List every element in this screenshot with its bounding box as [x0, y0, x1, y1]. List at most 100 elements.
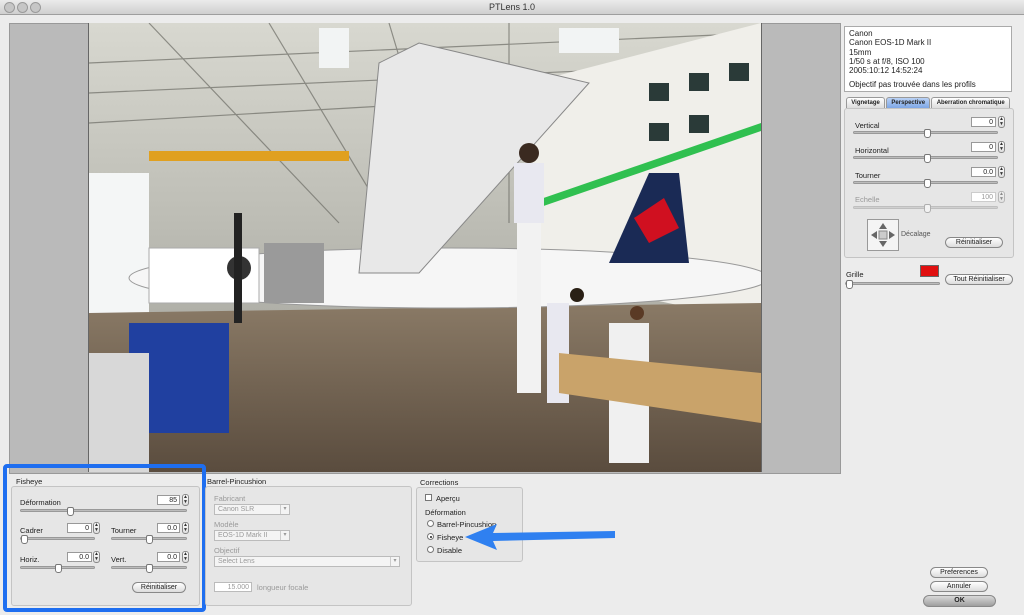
fabricant-label: Fabricant [214, 494, 246, 503]
grille-label: Grille [846, 270, 864, 279]
hangar-photo-image [89, 23, 761, 472]
horizontal-label: Horizontal [855, 146, 889, 155]
chevron-down-icon: ▾ [280, 505, 289, 514]
exif-date: 2005:10:12 14:52:24 [849, 66, 923, 76]
vert-label: Vert. [111, 555, 127, 564]
window-title: PTLens 1.0 [488, 2, 536, 12]
echelle-stepper: ▲ ▼ [998, 191, 1005, 203]
ok-button[interactable]: OK [923, 595, 996, 607]
grid-color-swatch[interactable] [920, 265, 939, 277]
echelle-slider-knob [924, 204, 931, 213]
annotation-arrow-icon [465, 524, 615, 550]
cadrer-slider[interactable] [20, 535, 95, 544]
cadrer-value[interactable]: 0 [67, 523, 92, 533]
grille-slider-knob[interactable] [846, 280, 853, 289]
profile-message: Objectif pas trouvée dans les profils [849, 80, 976, 90]
exif-info-box: Canon Canon EOS-1D Mark II 15mm 1/50 s a… [844, 26, 1012, 92]
fisheye-tourner-slider[interactable] [111, 535, 187, 544]
cadrer-stepper[interactable]: ▲ ▼ [93, 522, 100, 534]
fisheye-deformation-slider[interactable] [20, 507, 187, 516]
perspective-reset-button[interactable]: Réinitialiser [945, 237, 1003, 248]
echelle-value: 100 [971, 192, 996, 202]
exif-focal: 15mm [849, 47, 872, 57]
exif-exposure: 1/50 s at f/8, ISO 100 [849, 56, 925, 66]
preferences-button[interactable]: Preferences [930, 567, 988, 578]
tourner-stepper[interactable]: ▲ ▼ [998, 166, 1005, 178]
reset-all-button[interactable]: Tout Réinitialiser [945, 274, 1013, 285]
fisheye-title: Fisheye [16, 477, 43, 486]
vertical-slider-knob[interactable] [924, 129, 931, 138]
cadrer-knob[interactable] [21, 535, 28, 544]
horizontal-slider-knob[interactable] [924, 154, 931, 163]
fabricant-select-value: Canon SLR [218, 506, 255, 513]
exif-make: Canon [849, 29, 873, 38]
vert-stepper[interactable]: ▲ ▼ [182, 551, 189, 563]
perspective-panel: Vertical 0 ▲ ▼ Horizontal 0 ▲ ▼ Tourner 0.… [844, 108, 1014, 258]
decalage-label: Décalage [901, 231, 931, 238]
horiz-label: Horiz. [20, 555, 40, 564]
modele-select: EOS-1D Mark II ▾ [214, 530, 290, 541]
fisheye-tourner-knob[interactable] [146, 535, 153, 544]
vert-slider[interactable] [111, 564, 187, 573]
radio-fisheye[interactable] [427, 533, 434, 540]
decalage-pad[interactable] [867, 219, 899, 251]
correction-tabs: Vignetage Perspective Aberration chromat… [846, 97, 1010, 108]
echelle-label: Echelle [855, 195, 880, 204]
modele-select-value: EOS-1D Mark II [218, 532, 268, 539]
objectif-select: Select Lens ▾ [214, 556, 400, 567]
radio-barrel-pincushion[interactable] [427, 520, 434, 527]
fisheye-tourner-stepper[interactable]: ▲ ▼ [182, 522, 189, 534]
grille-slider[interactable] [845, 280, 940, 289]
echelle-slider [853, 204, 998, 213]
vertical-stepper[interactable]: ▲ ▼ [998, 116, 1005, 128]
tourner-slider[interactable] [853, 179, 998, 188]
fisheye-tourner-value[interactable]: 0.0 [157, 523, 180, 533]
vert-knob[interactable] [146, 564, 153, 573]
fisheye-deformation-label: Déformation [20, 498, 61, 507]
horiz-knob[interactable] [55, 564, 62, 573]
tourner-label: Tourner [855, 171, 881, 180]
horiz-stepper[interactable]: ▲ ▼ [93, 551, 100, 563]
apercu-label: Aperçu [436, 494, 460, 503]
vertical-value[interactable]: 0 [971, 117, 996, 127]
fisheye-deformation-knob[interactable] [67, 507, 74, 516]
tab-vignetage[interactable]: Vignetage [846, 97, 886, 108]
vertical-label: Vertical [855, 121, 880, 130]
vert-value[interactable]: 0.0 [157, 552, 180, 562]
fabricant-select: Canon SLR ▾ [214, 504, 290, 515]
exif-model: Canon EOS-1D Mark II [849, 38, 932, 48]
fisheye-deformation-stepper[interactable]: ▲ ▼ [182, 494, 189, 506]
move-arrows-icon [871, 223, 895, 247]
title-bar: PTLens 1.0 [0, 0, 1024, 15]
horiz-slider[interactable] [20, 564, 95, 573]
tourner-value[interactable]: 0.0 [971, 167, 996, 177]
annuler-button[interactable]: Annuler [930, 581, 988, 592]
fisheye-tourner-label: Tourner [111, 526, 137, 535]
horizontal-stepper[interactable]: ▲ ▼ [998, 141, 1005, 153]
horizontal-slider[interactable] [853, 154, 998, 163]
focal-length-field: 15.000 [214, 582, 252, 592]
objectif-label: Objectif [214, 546, 240, 555]
vertical-slider[interactable] [853, 129, 998, 138]
modele-label: Modèle [214, 520, 239, 529]
chevron-down-icon: ▾ [390, 557, 399, 566]
tourner-slider-knob[interactable] [924, 179, 931, 188]
fisheye-deformation-value[interactable]: 85 [157, 495, 180, 505]
chevron-down-icon: ▾ [280, 531, 289, 540]
focal-length-label: longueur focale [257, 583, 309, 592]
corrections-title: Corrections [420, 478, 459, 487]
radio-fisheye-label: Fisheye [437, 533, 464, 542]
radio-disable-label: Disable [437, 546, 463, 555]
tab-perspective[interactable]: Perspective [886, 97, 931, 108]
barrel-title: Barrel-Pincushion [207, 477, 267, 486]
fisheye-reset-button[interactable]: Réinitialiser [132, 582, 186, 593]
cadrer-label: Cadrer [20, 526, 43, 535]
apercu-checkbox[interactable] [425, 494, 432, 501]
horiz-value[interactable]: 0.0 [67, 552, 92, 562]
radio-disable[interactable] [427, 546, 434, 553]
tab-aberration-chromatique[interactable]: Aberration chromatique [931, 97, 1010, 108]
corrections-deformation-label: Déformation [425, 508, 466, 517]
horizontal-value[interactable]: 0 [971, 142, 996, 152]
objectif-select-value: Select Lens [218, 558, 255, 565]
preview-photo [88, 23, 762, 472]
